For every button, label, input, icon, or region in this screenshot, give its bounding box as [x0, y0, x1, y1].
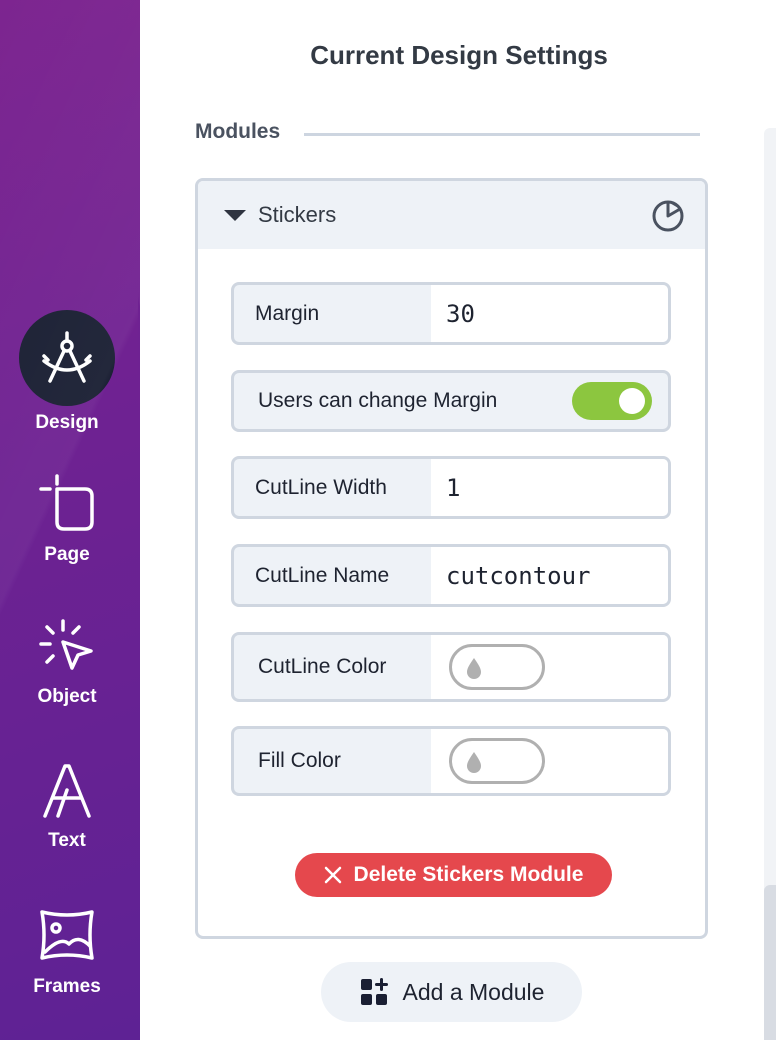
text-a-icon — [43, 764, 91, 818]
nav-item-object[interactable]: Object — [0, 618, 134, 708]
pie-chart-icon — [652, 200, 684, 232]
users-change-margin-label: Users can change Margin — [258, 389, 498, 412]
compass-icon — [42, 331, 92, 383]
close-icon — [324, 866, 341, 884]
add-module-button[interactable]: Add a Module — [321, 962, 582, 1022]
nav-label-frames: Frames — [33, 976, 101, 997]
stickers-module-header[interactable]: Stickers — [198, 181, 705, 249]
margin-input[interactable]: 30 — [431, 285, 668, 342]
scrollbar-thumb[interactable] — [764, 885, 776, 1040]
page-crop-icon — [39, 474, 94, 531]
fill-color-picker[interactable] — [449, 738, 545, 784]
cutline-name-input[interactable]: cutcontour — [431, 547, 668, 604]
cutline-color-cell — [431, 635, 668, 699]
nav-label-object: Object — [37, 686, 97, 707]
cutline-color-label: CutLine Color — [258, 655, 387, 678]
margin-label: Margin — [255, 301, 320, 325]
users-change-margin-toggle[interactable] — [572, 382, 652, 420]
nav-item-design[interactable]: Design — [0, 310, 134, 434]
fill-color-field: Fill Color — [231, 726, 671, 796]
nav-label-design: Design — [35, 412, 99, 433]
nav-active-indicator — [19, 310, 115, 406]
droplet-icon — [467, 658, 481, 679]
sidebar: Design Page Object Text Frames — [0, 0, 140, 1040]
frame-image-icon — [40, 910, 94, 960]
cutline-name-field: CutLine Name cutcontour — [231, 544, 671, 607]
cutline-width-field: CutLine Width 1 — [231, 456, 671, 519]
delete-module-button[interactable]: Delete Stickers Module — [295, 853, 612, 897]
nav-label-text: Text — [48, 830, 86, 851]
delete-module-label: Delete Stickers Module — [353, 863, 584, 886]
section-divider — [304, 133, 700, 136]
cutline-color-picker[interactable] — [449, 644, 545, 690]
fill-color-cell — [431, 729, 668, 793]
cutline-width-input[interactable]: 1 — [431, 459, 668, 516]
cutline-width-label: CutLine Width — [255, 475, 387, 499]
add-grid-icon — [360, 978, 388, 1005]
add-module-label: Add a Module — [402, 978, 545, 1005]
users-change-margin-field: Users can change Margin — [231, 370, 671, 432]
nav-item-text[interactable]: Text — [0, 762, 134, 852]
cutline-name-label: CutLine Name — [255, 563, 390, 587]
nav-item-frames[interactable]: Frames — [0, 906, 134, 998]
modules-section-label: Modules — [195, 120, 281, 143]
fill-color-label: Fill Color — [258, 749, 341, 772]
cursor-click-icon — [39, 619, 93, 670]
droplet-icon — [467, 752, 481, 773]
nav-item-page[interactable]: Page — [0, 472, 134, 566]
cutline-color-field: CutLine Color — [231, 632, 671, 702]
page-title: Current Design Settings — [310, 40, 608, 70]
module-name: Stickers — [258, 202, 337, 227]
caret-down-icon — [224, 209, 246, 221]
toggle-knob — [619, 388, 645, 414]
stickers-module: Stickers Margin 30 Users can change Marg… — [195, 178, 708, 939]
settings-panel: Current Design Settings Modules Stickers… — [140, 0, 776, 1040]
nav-label-page: Page — [44, 544, 90, 565]
margin-field: Margin 30 — [231, 282, 671, 345]
